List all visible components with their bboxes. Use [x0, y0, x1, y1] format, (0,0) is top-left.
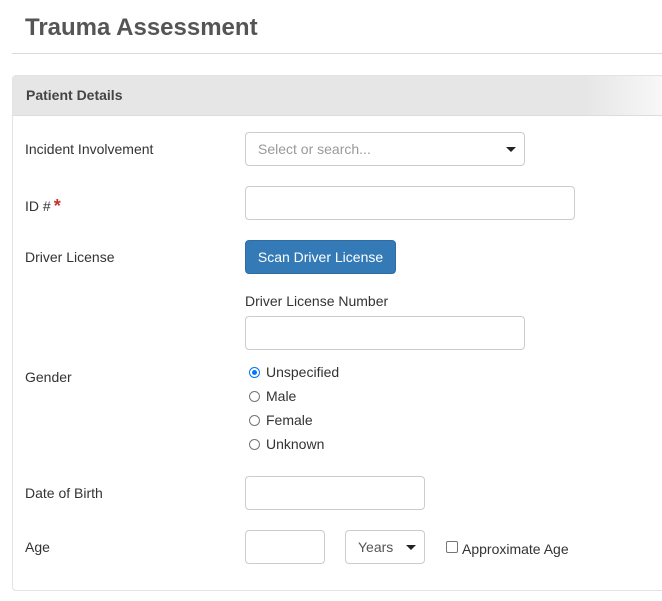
caret-down-icon [506, 147, 516, 152]
approximate-age-checkbox[interactable] [446, 541, 458, 553]
radio-unchecked-icon[interactable] [249, 439, 260, 450]
age-label: Age [25, 539, 50, 555]
gender-option-label: Male [266, 388, 297, 404]
gender-label: Gender [25, 369, 72, 385]
radio-unchecked-icon[interactable] [249, 391, 260, 402]
age-unit-value: Years [358, 539, 394, 555]
required-star-icon: * [53, 196, 61, 216]
date-of-birth-input[interactable] [245, 476, 425, 510]
approximate-age-label[interactable]: Approximate Age [462, 541, 569, 557]
date-of-birth-label: Date of Birth [25, 485, 103, 501]
driver-license-label: Driver License [25, 249, 115, 265]
scan-driver-license-button[interactable]: Scan Driver License [245, 240, 396, 274]
incident-involvement-label: Incident Involvement [25, 141, 154, 157]
caret-down-icon [406, 545, 416, 550]
incident-involvement-placeholder: Select or search... [258, 141, 371, 157]
id-input[interactable] [245, 186, 575, 220]
gender-option-label: Unknown [266, 436, 325, 452]
radio-unchecked-icon[interactable] [249, 415, 260, 426]
title-divider [12, 53, 662, 54]
gender-option-label: Female [266, 412, 313, 428]
age-unit-select[interactable]: Years [345, 530, 425, 564]
driver-license-number-label: Driver License Number [245, 293, 389, 309]
page-title: Trauma Assessment [25, 14, 258, 41]
radio-checked-icon[interactable] [249, 367, 260, 378]
gender-option-label: Unspecified [266, 364, 340, 380]
driver-license-number-input[interactable] [245, 316, 525, 350]
incident-involvement-select[interactable]: Select or search... [245, 132, 525, 166]
age-input[interactable] [245, 530, 325, 564]
id-label-text: ID # [25, 198, 51, 214]
panel-header: Patient Details [13, 76, 662, 116]
id-label: ID # * [25, 195, 61, 216]
